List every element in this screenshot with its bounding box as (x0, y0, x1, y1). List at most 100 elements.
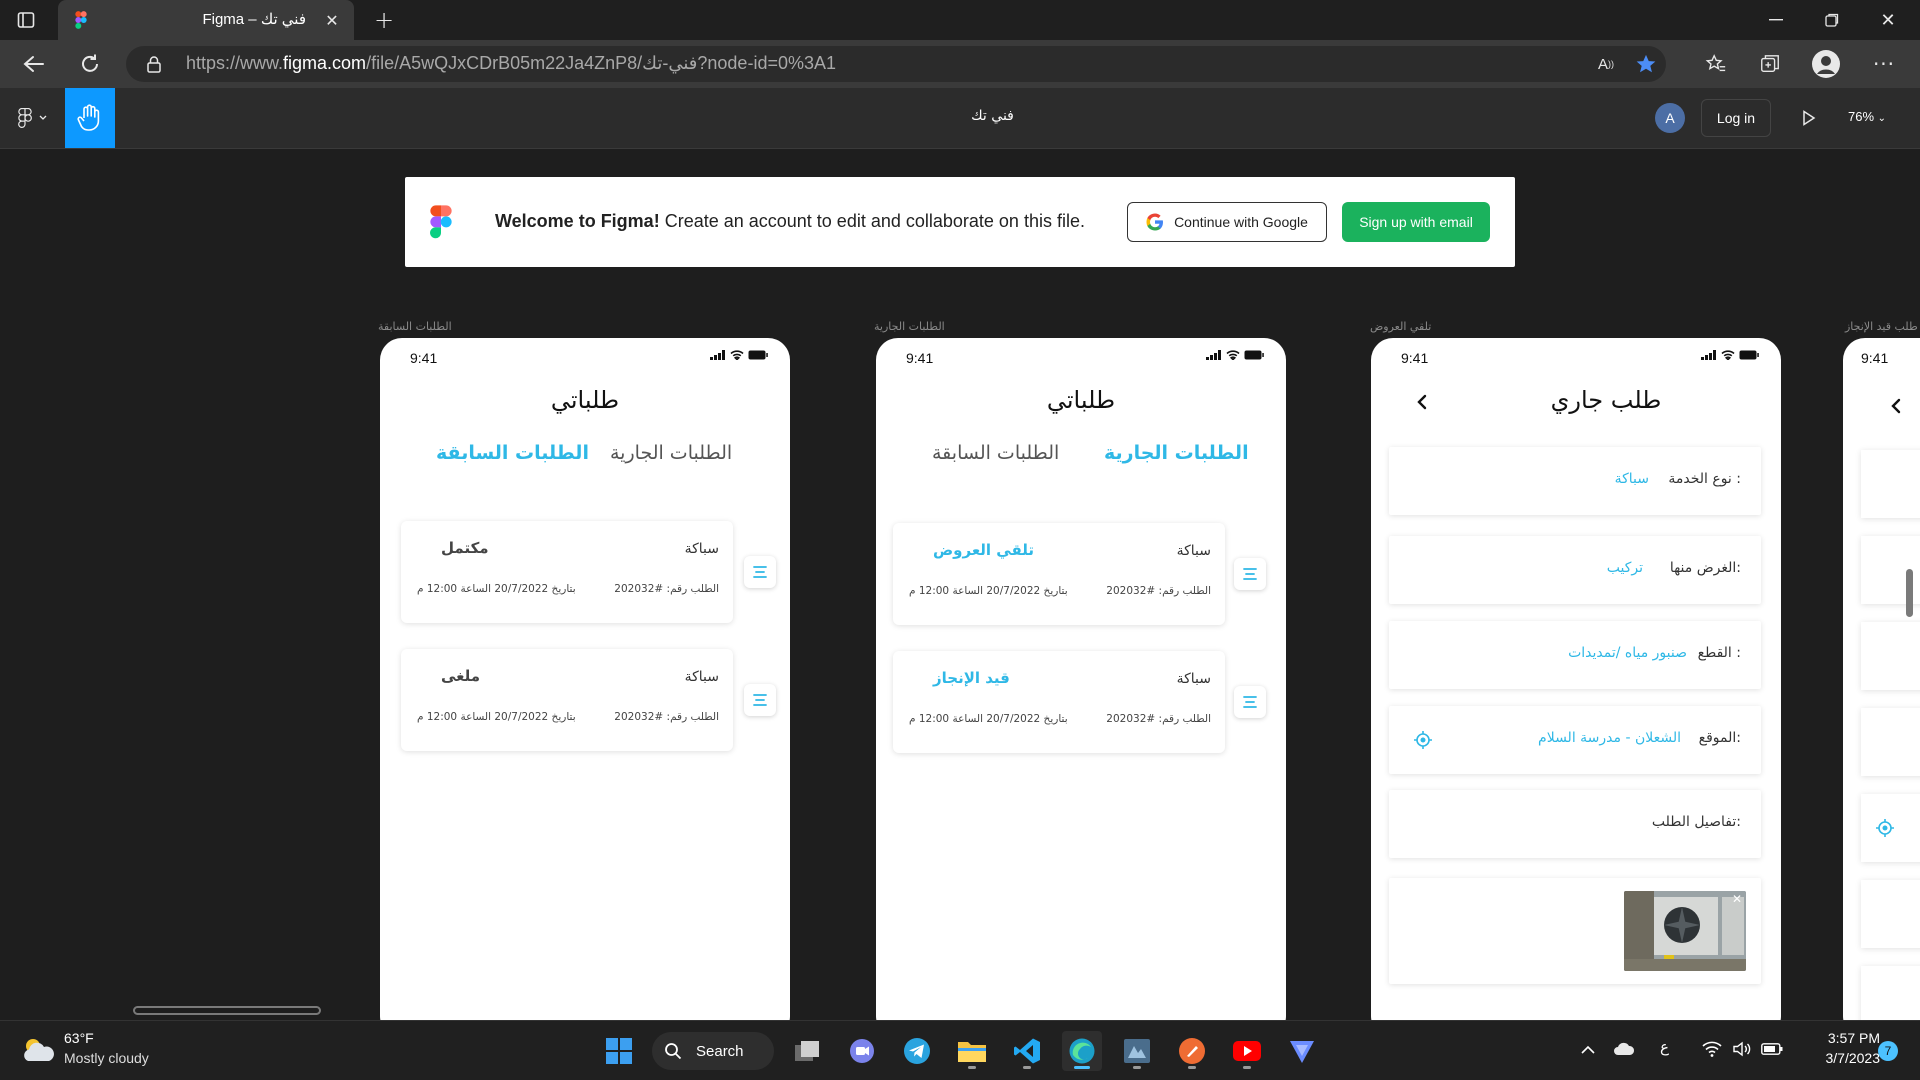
frame-label-in-progress[interactable]: طلب قيد الإنجاز (1845, 320, 1918, 333)
order-card[interactable]: سباكة ملغى الطلب رقم: #202032 بتاريخ 20/… (401, 649, 733, 751)
youtube-icon[interactable] (1227, 1031, 1267, 1071)
weather-temp[interactable]: 63°F (64, 1030, 94, 1046)
tab-actions-icon[interactable] (14, 8, 38, 32)
volume-icon[interactable] (1730, 1039, 1754, 1059)
field-label: نوع الخدمة : (1668, 471, 1741, 487)
figma-favicon-icon (74, 11, 88, 29)
profile-avatar-icon[interactable] (1810, 48, 1842, 80)
frame-label-current[interactable]: الطلبات الجارية (874, 320, 945, 333)
signal-icon (1206, 350, 1221, 360)
status-icons (710, 350, 768, 360)
start-windows-icon[interactable] (599, 1031, 639, 1071)
order-date: بتاريخ 20/7/2022 الساعة 12:00 م (909, 713, 1068, 725)
field-label: القطع : (1697, 645, 1741, 661)
wifi-icon[interactable] (1700, 1039, 1724, 1059)
tab-previous-orders[interactable]: الطلبات السابقة (932, 442, 1059, 464)
status-time: 9:41 (906, 350, 934, 366)
favorite-star-icon[interactable] (1634, 52, 1658, 76)
page-title: طلب جاري (1550, 386, 1662, 414)
task-view-icon[interactable] (787, 1031, 827, 1071)
login-button[interactable]: Log in (1701, 99, 1771, 137)
input-language[interactable]: ع (1660, 1038, 1669, 1056)
tab-previous-orders[interactable]: الطلبات السابقة (436, 442, 589, 464)
notification-badge[interactable]: 7 (1878, 1041, 1898, 1061)
remove-photo-icon[interactable]: ✕ (1732, 892, 1742, 906)
order-menu-icon[interactable] (744, 684, 776, 716)
present-play-icon[interactable] (1796, 105, 1822, 131)
phone-frame-in-progress[interactable]: 9:41 (1843, 338, 1920, 1020)
collections-icon[interactable] (1756, 50, 1784, 78)
battery-icon (748, 350, 768, 360)
vertical-scrollbar[interactable] (1906, 569, 1913, 617)
order-card[interactable]: سباكة مكتمل الطلب رقم: #202032 بتاريخ 20… (401, 521, 733, 623)
order-card[interactable]: سباكة تلقي العروض الطلب رقم: #202032 بتا… (893, 523, 1225, 625)
order-date: بتاريخ 20/7/2022 الساعة 12:00 م (909, 585, 1068, 597)
back-icon[interactable] (20, 50, 48, 78)
restore-icon[interactable] (1820, 8, 1844, 32)
back-chevron-icon[interactable] (1891, 398, 1901, 414)
edge-browser-icon[interactable] (1062, 1031, 1102, 1071)
zoom-level[interactable]: 76% ⌄ (1848, 109, 1886, 124)
file-name[interactable]: فني تك (0, 108, 1920, 124)
frame-label-offers[interactable]: تلقي العروض (1370, 320, 1431, 333)
tab-close-icon[interactable]: ✕ (322, 10, 342, 30)
status-icons (1701, 350, 1759, 360)
new-tab-icon[interactable]: + (370, 6, 398, 34)
attachment-photo[interactable]: ✕ (1624, 891, 1746, 971)
search-icon (664, 1042, 682, 1060)
file-explorer-icon[interactable] (952, 1031, 992, 1071)
horizontal-scrollbar[interactable] (133, 1006, 321, 1015)
location-target-icon[interactable] (1413, 730, 1433, 750)
tab-current-orders[interactable]: الطلبات الجارية (610, 442, 732, 464)
more-options-icon[interactable]: ··· (1870, 50, 1898, 78)
browser-address-bar: https://www.figma.com/file/A5wQJxCDrB05m… (0, 40, 1920, 88)
clock-time[interactable]: 3:57 PM (1800, 1030, 1880, 1046)
taskbar-search[interactable]: Search (652, 1032, 774, 1070)
reload-icon[interactable] (76, 50, 104, 78)
battery-icon[interactable] (1760, 1039, 1784, 1059)
order-menu-icon[interactable] (1234, 686, 1266, 718)
postman-icon[interactable] (1172, 1031, 1212, 1071)
location-target-icon[interactable] (1875, 818, 1895, 838)
weather-desc[interactable]: Mostly cloudy (64, 1050, 149, 1066)
figma-toolbar: فني تك A Log in 76% ⌄ (0, 88, 1920, 149)
user-avatar[interactable]: A (1655, 103, 1685, 133)
favorites-icon[interactable] (1702, 50, 1730, 78)
app-window-icon[interactable] (1117, 1031, 1157, 1071)
vpn-app-icon[interactable] (1282, 1031, 1322, 1071)
url-field[interactable]: https://www.figma.com/file/A5wQJxCDrB05m… (126, 46, 1666, 82)
window-close-icon[interactable]: ✕ (1876, 8, 1900, 32)
field-card (1861, 450, 1920, 518)
phone-frame-previous-orders[interactable]: 9:41 طلباتي الطلبات السابقة الطلبات الجا… (380, 338, 790, 1020)
phone-frame-current-orders[interactable]: 9:41 طلباتي الطلبات الجارية الطلبات السا… (876, 338, 1286, 1020)
field-label: تفاصيل الطلب: (1651, 814, 1741, 830)
minimize-icon[interactable] (1764, 8, 1788, 32)
lock-icon[interactable] (144, 54, 164, 74)
google-button-label: Continue with Google (1174, 214, 1308, 230)
tray-chevron-up-icon[interactable] (1578, 1039, 1598, 1059)
field-card (1861, 966, 1920, 1020)
order-status: مكتمل (441, 539, 489, 557)
signup-email-button[interactable]: Sign up with email (1342, 202, 1490, 242)
tab-current-orders[interactable]: الطلبات الجارية (1104, 442, 1249, 464)
field-card (1861, 622, 1920, 690)
read-aloud-icon[interactable]: A)) (1594, 52, 1618, 76)
order-card[interactable]: سباكة قيد الإنجاز الطلب رقم: #202032 بتا… (893, 651, 1225, 753)
phone-frame-request-detail[interactable]: 9:41 طلب جاري نوع الخدمة : سباكة الغرض م… (1371, 338, 1781, 1020)
vscode-icon[interactable] (1007, 1031, 1047, 1071)
field-request-details: تفاصيل الطلب: (1389, 790, 1761, 858)
running-indicator (1188, 1066, 1196, 1069)
continue-google-button[interactable]: Continue with Google (1127, 202, 1327, 242)
frame-label-previous[interactable]: الطلبات السابقة (378, 320, 452, 333)
browser-tab[interactable]: Figma – فني تك ✕ (58, 0, 354, 40)
teams-chat-icon[interactable] (842, 1031, 882, 1071)
clock-date[interactable]: 3/7/2023 (1800, 1050, 1881, 1066)
figma-canvas[interactable]: Welcome to Figma! Create an account to e… (0, 149, 1920, 1020)
order-menu-icon[interactable] (744, 556, 776, 588)
field-value: تركيب (1606, 560, 1643, 576)
field-service-type: نوع الخدمة : سباكة (1389, 447, 1761, 515)
order-menu-icon[interactable] (1234, 558, 1266, 590)
telegram-icon[interactable] (897, 1031, 937, 1071)
onedrive-cloud-icon[interactable] (1612, 1039, 1636, 1059)
weather-cloudy-icon[interactable] (20, 1035, 56, 1065)
